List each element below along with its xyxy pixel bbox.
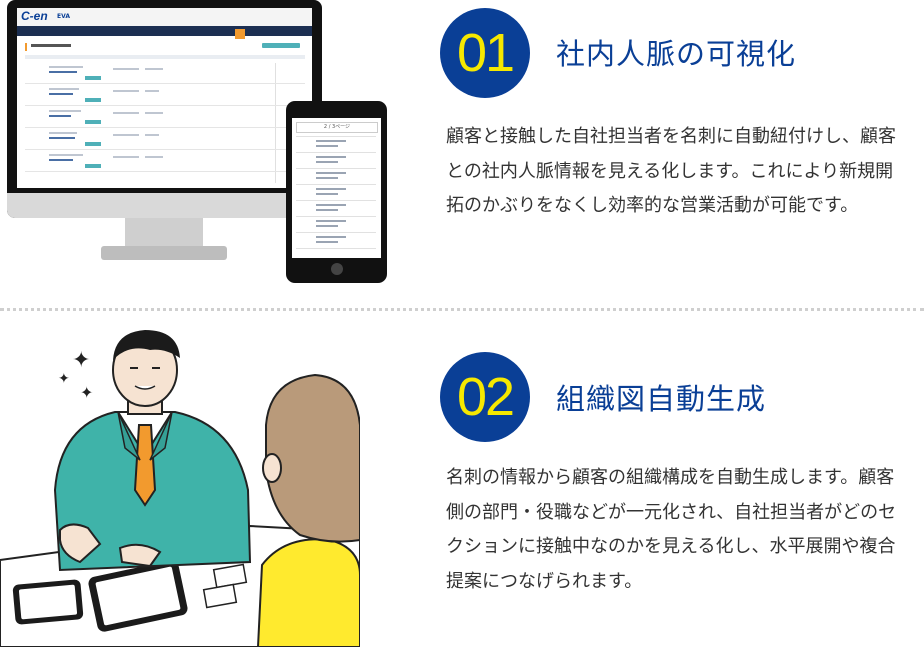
devices-illustration: C-en EVA 2 / 3ページ	[0, 0, 400, 290]
sparkle-icon: ✦	[80, 383, 94, 402]
screen-row	[25, 151, 305, 172]
tablet-screen: 2 / 3ページ	[292, 118, 381, 258]
tablet-pager: 2 / 3ページ	[296, 122, 378, 133]
feature-title: 組織図自動生成	[556, 382, 767, 416]
sparkle-icon: ✦	[58, 371, 70, 387]
feature-number-badge: 01	[440, 8, 530, 98]
search-button-icon	[235, 29, 245, 39]
screen-row	[25, 129, 305, 150]
section-divider	[0, 308, 924, 311]
screen-toolbar	[17, 26, 312, 36]
screen-row	[25, 63, 305, 84]
monitor-chin	[7, 193, 322, 218]
sparkle-icon: ✦	[72, 348, 91, 373]
screen-row	[25, 107, 305, 128]
app-logo: C-en	[21, 9, 48, 23]
feature-title: 社内人脈の可視化	[556, 37, 797, 71]
monitor-screen: C-en EVA	[17, 8, 312, 188]
tablet-home-button	[331, 263, 343, 275]
feature-number-badge: 02	[440, 352, 530, 442]
feature-description: 名刺の情報から顧客の組織構成を自動生成します。顧客側の部門・役職などが一元化され…	[446, 467, 897, 592]
business-meeting-illustration	[0, 330, 360, 647]
app-logo-sub: EVA	[57, 13, 70, 20]
feature-description: 顧客と接触した自社担当者を名刺に自動紐付けし、顧客との社内人脈情報を見える化しま…	[446, 126, 896, 216]
monitor-stand-neck	[125, 218, 203, 246]
screen-row	[25, 85, 305, 106]
monitor-stand-base	[101, 246, 227, 260]
